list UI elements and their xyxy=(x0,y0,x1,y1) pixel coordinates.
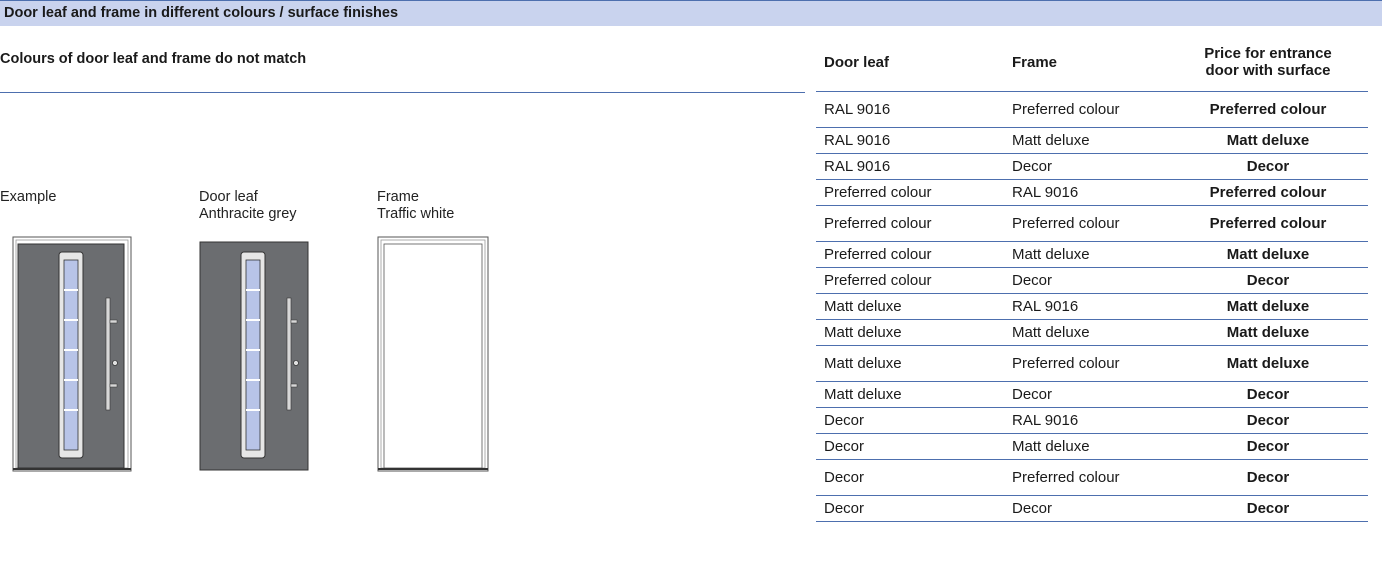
cell-frame: Preferred colour xyxy=(1012,205,1168,242)
cell-price: Matt deluxe xyxy=(1168,319,1368,346)
cell-price: Matt deluxe xyxy=(1168,345,1368,382)
cell-door-leaf: Matt deluxe xyxy=(816,345,1012,382)
cell-frame: Matt deluxe xyxy=(1012,241,1168,268)
table-row: Decor Preferred colour Decor xyxy=(816,459,1368,496)
cell-door-leaf: Preferred colour xyxy=(816,267,1012,294)
cell-door-leaf: Decor xyxy=(816,459,1012,496)
example-door-illustration xyxy=(12,236,132,472)
frame-caption-line1: Frame xyxy=(377,189,419,205)
cell-door-leaf: Decor xyxy=(816,407,1012,434)
table-row: Decor RAL 9016 Decor xyxy=(816,407,1368,434)
table-row: RAL 9016 Matt deluxe Matt deluxe xyxy=(816,127,1368,154)
frame-caption-line2: Traffic white xyxy=(377,206,455,222)
cell-price: Decor xyxy=(1168,495,1368,522)
cell-price: Matt deluxe xyxy=(1168,241,1368,268)
table-row: Matt deluxe Matt deluxe Matt deluxe xyxy=(816,319,1368,346)
cell-door-leaf: RAL 9016 xyxy=(816,91,1012,128)
cell-price: Decor xyxy=(1168,267,1368,294)
col-header-price-line1: Price for entrance xyxy=(1204,45,1332,63)
door-leaf-caption-line2: Anthracite grey xyxy=(199,206,297,222)
frame-illustration xyxy=(377,236,489,472)
door-leaf-caption: Door leaf Anthracite grey xyxy=(199,189,297,223)
cell-frame: RAL 9016 xyxy=(1012,179,1168,206)
table-row: RAL 9016 Decor Decor xyxy=(816,153,1368,180)
cell-door-leaf: Matt deluxe xyxy=(816,319,1012,346)
cell-frame: Preferred colour xyxy=(1012,345,1168,382)
table-row: Matt deluxe Decor Decor xyxy=(816,381,1368,408)
cell-frame: Decor xyxy=(1012,495,1168,522)
cell-frame: Matt deluxe xyxy=(1012,433,1168,460)
col-header-price-line2: door with surface xyxy=(1205,62,1331,80)
cell-frame: Matt deluxe xyxy=(1012,127,1168,154)
cell-frame: Decor xyxy=(1012,381,1168,408)
cell-door-leaf: Preferred colour xyxy=(816,241,1012,268)
cell-price: Preferred colour xyxy=(1168,179,1368,206)
cell-door-leaf: Matt deluxe xyxy=(816,381,1012,408)
table-row: RAL 9016 Preferred colour Preferred colour xyxy=(816,91,1368,128)
cell-door-leaf: Decor xyxy=(816,495,1012,522)
page-header-banner: Door leaf and frame in different colours… xyxy=(0,0,1382,26)
cell-price: Matt deluxe xyxy=(1168,293,1368,320)
price-table-container: Door leaf Frame Price for entrance door … xyxy=(816,26,1368,522)
table-row: Decor Decor Decor xyxy=(816,495,1368,522)
table-row: Preferred colour RAL 9016 Preferred colour xyxy=(816,179,1368,206)
cell-frame: RAL 9016 xyxy=(1012,407,1168,434)
cell-price: Preferred colour xyxy=(1168,205,1368,242)
table-header-row: Door leaf Frame Price for entrance door … xyxy=(816,26,1368,92)
example-caption-line1: Example xyxy=(0,189,57,205)
cell-door-leaf: Matt deluxe xyxy=(816,293,1012,320)
cell-frame: Preferred colour xyxy=(1012,91,1168,128)
cell-price: Decor xyxy=(1168,381,1368,408)
cell-frame: Matt deluxe xyxy=(1012,319,1168,346)
table-row: Preferred colour Matt deluxe Matt deluxe xyxy=(816,241,1368,268)
section-subtitle: Colours of door leaf and frame do not ma… xyxy=(0,51,307,67)
table-row: Preferred colour Decor Decor xyxy=(816,267,1368,294)
cell-door-leaf: Preferred colour xyxy=(816,205,1012,242)
frame-caption: Frame Traffic white xyxy=(377,189,454,223)
cell-price: Matt deluxe xyxy=(1168,127,1368,154)
cell-frame: Decor xyxy=(1012,267,1168,294)
col-header-door-leaf: Door leaf xyxy=(816,26,1012,92)
cell-door-leaf: RAL 9016 xyxy=(816,153,1012,180)
cell-door-leaf: RAL 9016 xyxy=(816,127,1012,154)
cell-price: Decor xyxy=(1168,153,1368,180)
cell-door-leaf: Decor xyxy=(816,433,1012,460)
cell-price: Preferred colour xyxy=(1168,91,1368,128)
door-leaf-illustration xyxy=(199,241,309,471)
table-row: Decor Matt deluxe Decor xyxy=(816,433,1368,460)
price-table: Door leaf Frame Price for entrance door … xyxy=(816,26,1368,522)
table-row: Matt deluxe Preferred colour Matt deluxe xyxy=(816,345,1368,382)
cell-price: Decor xyxy=(1168,433,1368,460)
table-row: Preferred colour Preferred colour Preferre… xyxy=(816,205,1368,242)
cell-frame: Decor xyxy=(1012,153,1168,180)
cell-frame: RAL 9016 xyxy=(1012,293,1168,320)
cell-frame: Preferred colour xyxy=(1012,459,1168,496)
cell-door-leaf: Preferred colour xyxy=(816,179,1012,206)
divider xyxy=(0,92,805,93)
door-leaf-caption-line1: Door leaf xyxy=(199,189,258,205)
cell-price: Decor xyxy=(1168,459,1368,496)
table-row: Matt deluxe RAL 9016 Matt deluxe xyxy=(816,293,1368,320)
col-header-price: Price for entrance door with surface xyxy=(1168,26,1368,92)
example-caption: Example xyxy=(0,189,56,206)
page-title: Door leaf and frame in different colours… xyxy=(4,5,399,21)
cell-price: Decor xyxy=(1168,407,1368,434)
col-header-frame: Frame xyxy=(1012,26,1168,92)
